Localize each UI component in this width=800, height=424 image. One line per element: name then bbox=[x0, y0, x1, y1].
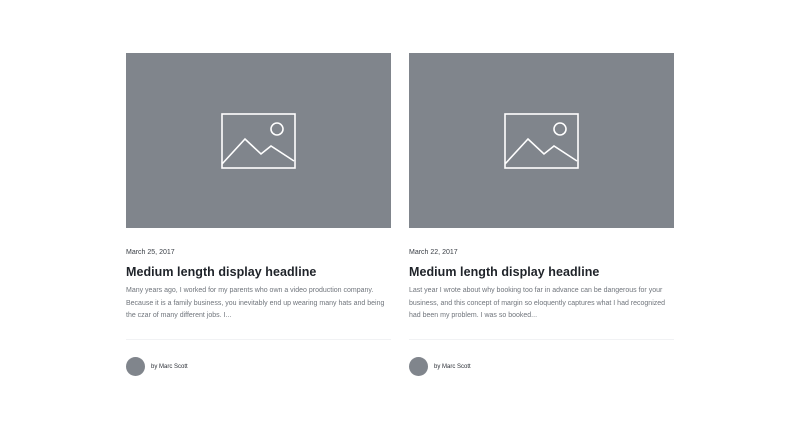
image-placeholder-icon bbox=[504, 112, 579, 169]
post-date: March 22, 2017 bbox=[409, 249, 458, 256]
post-author: by Marc Scott bbox=[126, 357, 391, 376]
post-image[interactable] bbox=[409, 53, 674, 228]
post-grid: March 25, 2017 Medium length display hea… bbox=[126, 53, 674, 376]
author-name[interactable]: by Marc Scott bbox=[434, 363, 471, 371]
post-headline[interactable]: Medium length display headline bbox=[126, 264, 391, 280]
image-placeholder-icon bbox=[221, 112, 296, 169]
post-card[interactable]: March 25, 2017 Medium length display hea… bbox=[126, 53, 391, 376]
post-image[interactable] bbox=[126, 53, 391, 228]
post-excerpt: Last year I wrote about why booking too … bbox=[409, 287, 666, 319]
post-headline[interactable]: Medium length display headline bbox=[409, 264, 674, 280]
author-name[interactable]: by Marc Scott bbox=[151, 363, 188, 371]
avatar[interactable] bbox=[409, 357, 428, 376]
card-divider bbox=[126, 339, 391, 340]
card-divider bbox=[409, 339, 674, 340]
post-excerpt: Many years ago, I worked for my parents … bbox=[126, 287, 385, 319]
avatar[interactable] bbox=[126, 357, 145, 376]
post-card[interactable]: March 22, 2017 Medium length display hea… bbox=[409, 53, 674, 376]
post-author: by Marc Scott bbox=[409, 357, 674, 376]
post-date: March 25, 2017 bbox=[126, 249, 175, 256]
